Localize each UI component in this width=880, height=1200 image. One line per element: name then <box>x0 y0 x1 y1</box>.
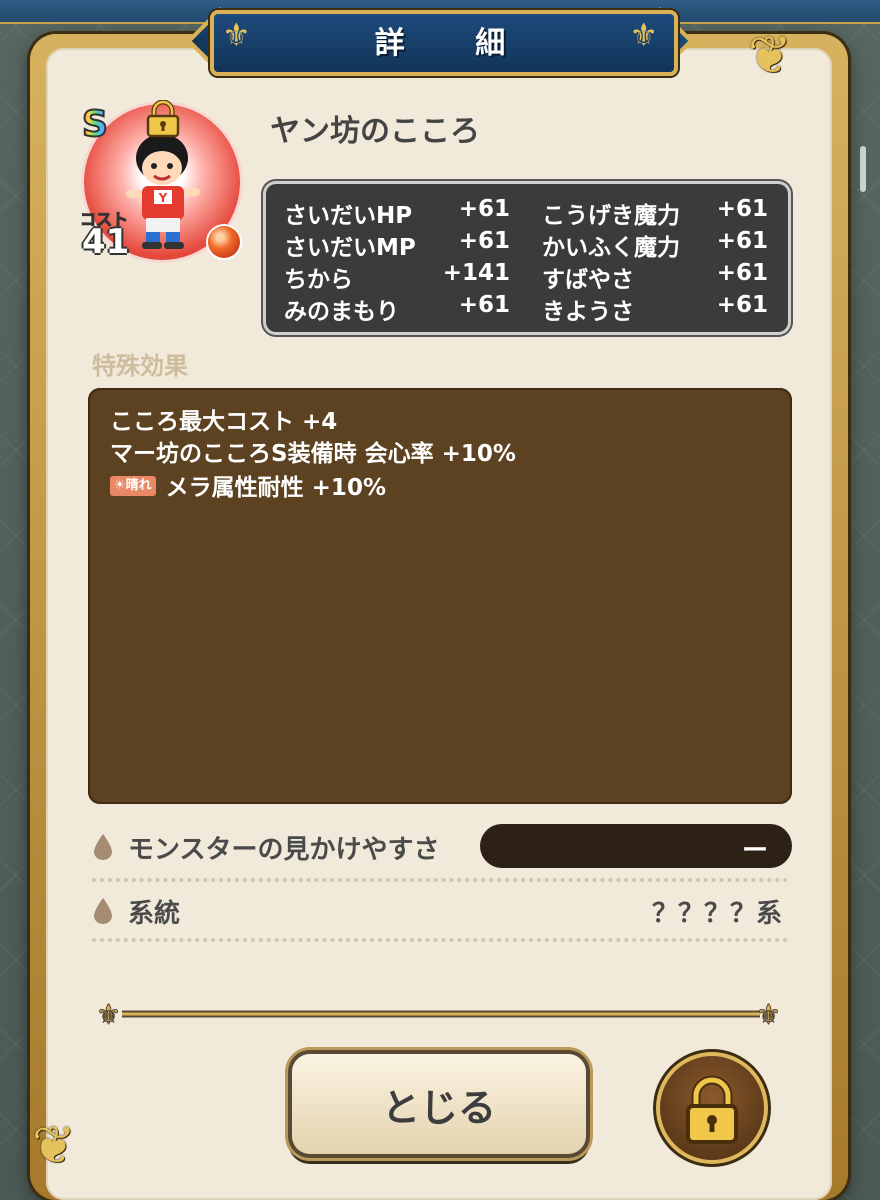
stat-value: +61 <box>716 260 768 286</box>
scrollbar[interactable] <box>860 146 866 192</box>
effect-line: こころ最大コスト +4 <box>110 409 338 435</box>
stat-label: さいだいHP <box>284 203 413 229</box>
cost-value: 41 <box>82 222 130 262</box>
stat-value: +61 <box>716 196 768 222</box>
visibility-value-pill: ー <box>480 824 792 868</box>
svg-text:⚜: ⚜ <box>96 1000 121 1028</box>
stat-value: +61 <box>716 228 768 254</box>
stats-box: さいだいHP +61 こうげき魔力 +61 さいだいMP +61 かいふく魔力 … <box>266 184 788 332</box>
svg-text:⚜: ⚜ <box>756 1000 781 1028</box>
stat-value: +61 <box>458 196 510 222</box>
padlock-icon <box>686 1075 738 1144</box>
corner-ornament-icon: ❦ <box>32 1116 76 1176</box>
sunny-weather-tag: ☀晴れ <box>110 475 156 496</box>
dotted-divider <box>92 878 788 882</box>
stat-label: さいだいMP <box>284 235 416 261</box>
color-gem-icon <box>208 226 240 258</box>
stat-label: すばやさ <box>542 267 634 293</box>
item-name: ヤン坊のこころ <box>270 114 480 149</box>
stat-value: +61 <box>716 292 768 318</box>
effect-text: メラ属性耐性 +10% <box>165 475 386 501</box>
close-button[interactable]: とじる <box>292 1054 586 1154</box>
lineage-row: 系統 ？？？？系 <box>88 886 788 942</box>
stat-value: +61 <box>458 228 510 254</box>
dotted-divider <box>92 938 788 942</box>
special-effects-label: 特殊効果 <box>92 352 188 380</box>
ornamental-divider: ⚜ ⚜ <box>96 1000 782 1028</box>
effect-line-weather: ☀晴れ メラ属性耐性 +10% <box>110 468 386 502</box>
visibility-value: ー <box>741 836 768 866</box>
lock-button[interactable] <box>660 1056 764 1160</box>
special-effects-box: こころ最大コスト +4 マー坊のこころS装備時 会心率 +10% ☀晴れ メラ属性… <box>88 388 792 804</box>
rank-badge: S <box>81 103 109 146</box>
page-title: 詳 細 <box>374 26 536 61</box>
visibility-label: モンスターの見かけやすさ <box>128 835 440 865</box>
stat-label: こうげき魔力 <box>542 203 680 229</box>
lineage-value: ？？？？系 <box>651 899 782 929</box>
drop-bullet-icon <box>94 898 112 924</box>
character-portrait: Y <box>126 134 200 249</box>
effect-line: マー坊のこころS装備時 会心率 +10% <box>110 441 516 467</box>
title-banner: ⚜ ⚜ 詳 細 <box>186 4 694 76</box>
stat-label: かいふく魔力 <box>542 235 680 261</box>
stat-value: +61 <box>458 292 510 318</box>
visibility-row: モンスターの見かけやすさ ー <box>88 822 792 882</box>
stat-label: ちから <box>284 267 353 293</box>
svg-text:Y: Y <box>158 191 168 205</box>
stat-label: きようさ <box>542 299 634 325</box>
lineage-label: 系統 <box>128 899 181 929</box>
stat-label: みのまもり <box>284 299 399 325</box>
stat-value: +141 <box>442 260 510 286</box>
corner-ornament-icon: ❦ <box>748 26 792 86</box>
padlock-icon <box>146 100 180 138</box>
drop-bullet-icon <box>94 834 112 860</box>
